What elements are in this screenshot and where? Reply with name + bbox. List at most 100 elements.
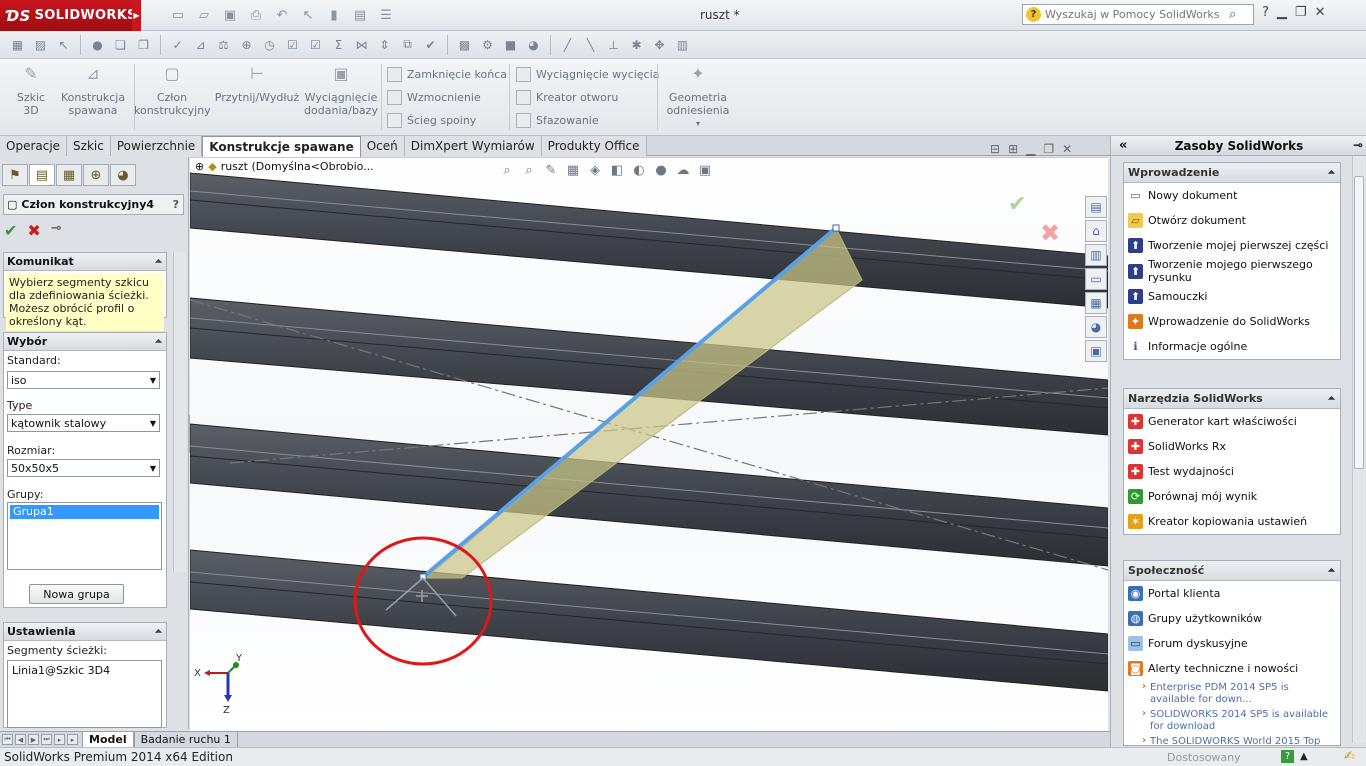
- home-icon[interactable]: ⌂: [1085, 220, 1107, 242]
- viewport-split-icon[interactable]: ⊞: [1008, 142, 1018, 156]
- layer-icon[interactable]: ▦: [8, 35, 27, 54]
- sphere-icon[interactable]: ●: [88, 35, 107, 54]
- hole-wizard-button[interactable]: Kreator otworu: [516, 90, 618, 105]
- last-tab-icon[interactable]: ⏭: [41, 734, 52, 745]
- file-properties-icon[interactable]: ▤: [350, 5, 370, 25]
- end-cap-button[interactable]: Zamknięcie końca: [387, 67, 507, 82]
- sketch-3d-button[interactable]: ✎ Szkic 3D: [8, 66, 54, 118]
- standard-select[interactable]: iso ▼: [7, 371, 160, 389]
- task-section-header[interactable]: Społeczność ⏶: [1124, 561, 1340, 581]
- new-group-button[interactable]: Nowa grupa: [29, 584, 124, 604]
- mirror-icon[interactable]: ⇕: [375, 35, 394, 54]
- link-open-document[interactable]: ▱ Otwórz dokument: [1124, 208, 1340, 233]
- help-icon[interactable]: ?: [1262, 5, 1269, 20]
- weldment-button[interactable]: ⊿ Konstrukcja spawana: [60, 66, 126, 118]
- hide-show-icon[interactable]: ◐: [630, 163, 648, 178]
- path-segments-list[interactable]: Linia1@Szkic 3D4: [7, 660, 162, 728]
- beam-3[interactable]: [190, 423, 1108, 567]
- property-manager-tab[interactable]: ▤: [29, 164, 55, 186]
- clock-icon[interactable]: ◷: [260, 35, 279, 54]
- sum-icon[interactable]: Σ: [329, 35, 348, 54]
- gear-icon[interactable]: ⚙: [478, 35, 497, 54]
- ok-check-icon[interactable]: ✔: [4, 221, 17, 240]
- link-tutorials[interactable]: ⬆ Samouczki: [1124, 284, 1340, 309]
- new-document-icon[interactable]: ▭: [168, 5, 188, 25]
- design-library-icon[interactable]: ▥: [1085, 244, 1107, 266]
- spellcheck-icon[interactable]: ✓: [168, 35, 187, 54]
- menu-expand-arrow[interactable]: ▶: [132, 0, 141, 31]
- zoom-to-area-icon[interactable]: ⌕: [520, 163, 538, 178]
- weld-bead-button[interactable]: Ścieg spoiny: [387, 113, 476, 128]
- link-performance-benchmark[interactable]: ✚ Test wydajności: [1124, 459, 1340, 484]
- solidworks-logo[interactable]: ƊS SOLIDWORKS: [0, 0, 136, 31]
- next-tab-icon[interactable]: ▶: [28, 734, 39, 745]
- tab-4[interactable]: Oceń: [360, 136, 405, 156]
- link-solidworks-rx[interactable]: ✚ SolidWorks Rx: [1124, 434, 1340, 459]
- tabs-menu-icon[interactable]: ▸: [67, 734, 78, 745]
- feature-tree-flyout[interactable]: ⊕ ◆ ruszt (Domyślna<Obrobio...: [192, 160, 377, 173]
- task-pane-scrollbar[interactable]: [1352, 156, 1365, 743]
- gusset-button[interactable]: Wzmocnienie: [387, 90, 481, 105]
- link-copy-settings-wizard[interactable]: ✶ Kreator kopiowania ustawień: [1124, 509, 1340, 534]
- search-icon[interactable]: ⌕: [1229, 7, 1236, 22]
- help-search-box[interactable]: ? ⌕: [1022, 4, 1254, 25]
- group-list-item[interactable]: Grupa1: [10, 505, 159, 519]
- link-new-document[interactable]: ▭ Nowy dokument: [1124, 183, 1340, 208]
- point-icon[interactable]: ✱: [627, 35, 646, 54]
- bottom-tab-1[interactable]: Badanie ruchu 1: [133, 732, 238, 747]
- news-item[interactable]: Enterprise PDM 2014 SP5 is available for…: [1124, 681, 1340, 708]
- minimize-icon[interactable]: ▁: [1277, 5, 1287, 20]
- section-view-icon[interactable]: ▦: [564, 163, 582, 178]
- viewport-close-icon[interactable]: ✕: [1062, 142, 1072, 156]
- link-intro-solidworks[interactable]: ✦ Wprowadzenie do SolidWorks: [1124, 309, 1340, 334]
- copy-icon[interactable]: ❏: [111, 35, 130, 54]
- expand-pane-icon[interactable]: «: [1119, 138, 1127, 153]
- help-search-input[interactable]: [1045, 8, 1225, 21]
- link-property-tab-builder[interactable]: ✚ Generator kart właściwości: [1124, 409, 1340, 434]
- diagonal-icon[interactable]: ╲: [581, 35, 600, 54]
- appearance-icon[interactable]: ●: [652, 163, 670, 178]
- checkbox-icon[interactable]: ☑: [306, 35, 325, 54]
- options-icon[interactable]: ☰: [376, 5, 396, 25]
- display-manager-tab[interactable]: ◕: [110, 164, 136, 186]
- tab-3[interactable]: Konstrukcje spawane: [202, 136, 361, 157]
- rebuild-icon[interactable]: ▮: [324, 5, 344, 25]
- path-segment-item[interactable]: Linia1@Szkic 3D4: [12, 664, 110, 677]
- task-section-header[interactable]: Narzędzia SolidWorks ⏶: [1124, 389, 1340, 409]
- segment-endpoint-top[interactable]: [832, 224, 840, 232]
- plane-icon[interactable]: ▩: [455, 35, 474, 54]
- mate-icon[interactable]: ▥: [673, 35, 692, 54]
- notification-icon[interactable]: ✍: [1344, 749, 1355, 764]
- mass-properties-icon[interactable]: ⊕: [237, 35, 256, 54]
- collapse-icon[interactable]: ⏶: [1328, 566, 1335, 576]
- cursor-icon[interactable]: ↖: [54, 35, 73, 54]
- scrollbar-thumb[interactable]: [1354, 176, 1364, 469]
- link-create-first-drawing[interactable]: ⬆ Tworzenie mojego pierwszego rysunku: [1124, 258, 1340, 284]
- units-status[interactable]: Dostosowany: [1167, 751, 1241, 764]
- collapse-icon[interactable]: ⏶: [155, 627, 162, 637]
- select-icon[interactable]: ↖: [298, 5, 318, 25]
- axis-icon[interactable]: ⊥: [604, 35, 623, 54]
- model-view-svg[interactable]: X Y Z: [190, 158, 1108, 731]
- size-select[interactable]: 50x50x5 ▼: [7, 459, 160, 477]
- previous-view-icon[interactable]: ✎: [542, 163, 560, 178]
- help-icon[interactable]: ?: [173, 198, 179, 211]
- property-manager-scrollbar[interactable]: [173, 252, 186, 572]
- compare-icon[interactable]: ⧉: [398, 35, 417, 54]
- first-tab-icon[interactable]: ⏮: [2, 734, 13, 745]
- file-explorer-icon[interactable]: ▭: [1085, 268, 1107, 290]
- selection-header[interactable]: Wybór ⏶: [4, 333, 166, 351]
- close-icon[interactable]: ✕: [1315, 5, 1326, 20]
- news-item[interactable]: The SOLIDWORKS World 2015 Top Ten...: [1124, 735, 1340, 745]
- evaluate-icon[interactable]: ✔: [421, 35, 440, 54]
- structural-member-button[interactable]: ▢ Człon konstrukcyjny: [134, 66, 211, 118]
- measure-icon[interactable]: ⊿: [191, 35, 210, 54]
- viewport-restore-icon[interactable]: ❐: [1043, 142, 1054, 156]
- collapse-icon[interactable]: ⏶: [1328, 168, 1335, 178]
- link-general-information[interactable]: ℹ Informacje ogólne: [1124, 334, 1340, 359]
- reference-geometry-button[interactable]: ✦ Geometria odniesienia ▾: [664, 66, 732, 130]
- status-menu-icon[interactable]: ▲: [1300, 751, 1308, 762]
- view-orientation-icon[interactable]: ◈: [586, 163, 604, 178]
- feature-manager-tab[interactable]: ⚑: [2, 164, 28, 186]
- scale-icon[interactable]: ⚖: [214, 35, 233, 54]
